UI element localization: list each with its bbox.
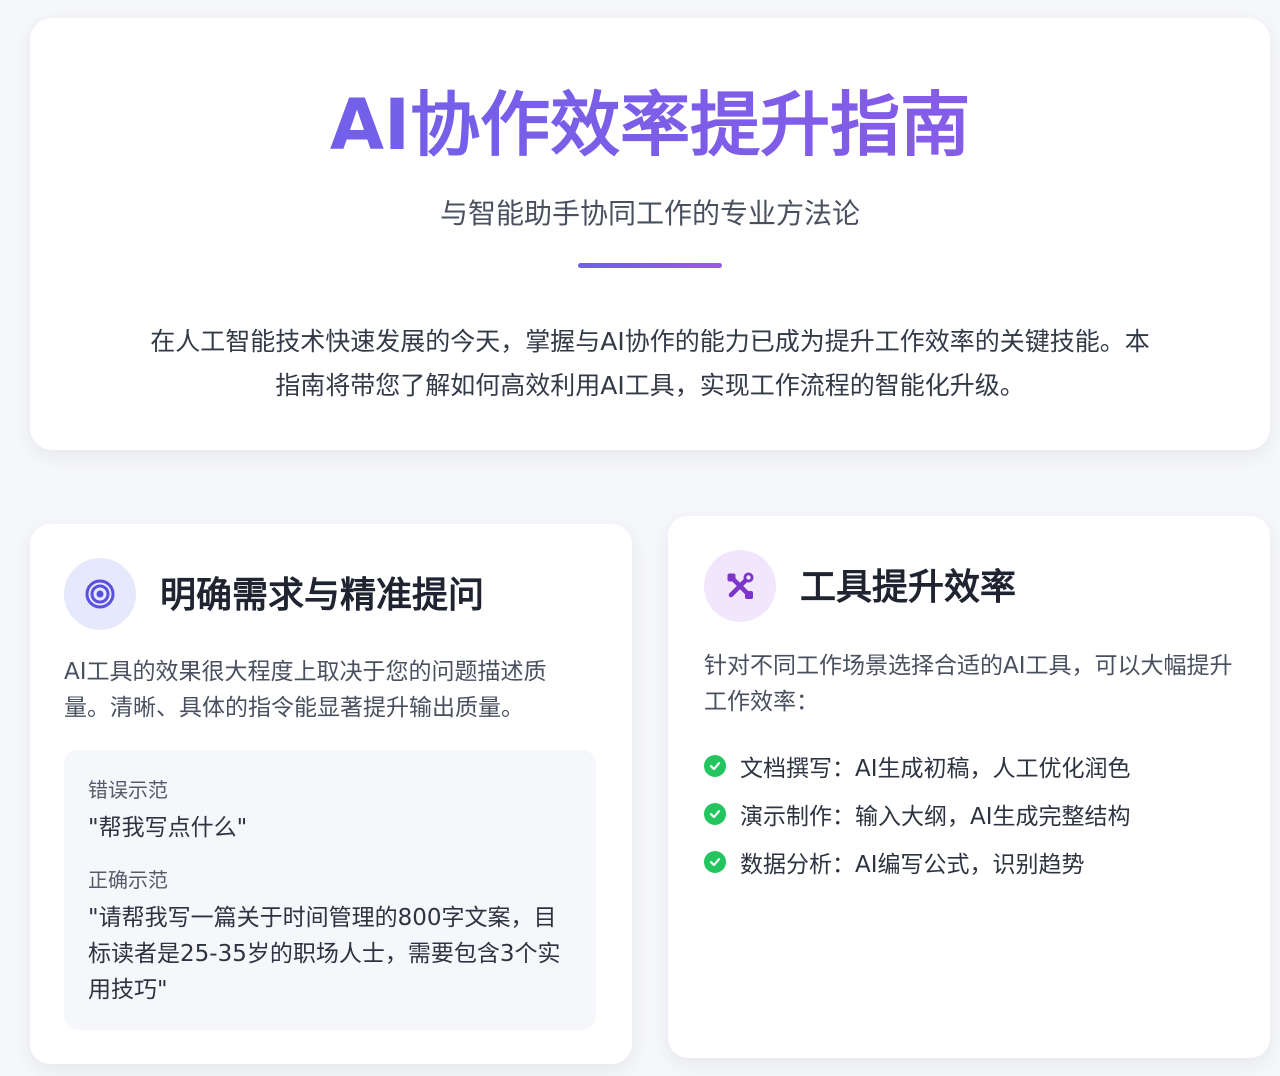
card-precise-questions: 明确需求与精准提问 AI工具的效果很大程度上取决于您的问题描述质量。清晰、具体的… [30, 524, 632, 1064]
page-subtitle: 与智能助手协同工作的专业方法论 [439, 197, 860, 230]
hero-card: AI协作效率提升指南 与智能助手协同工作的专业方法论 在人工智能技术快速发展的今… [30, 18, 1270, 450]
check-circle-icon [704, 803, 726, 825]
card-description: AI工具的效果很大程度上取决于您的问题描述质量。清晰、具体的指令能显著提升输出质… [64, 659, 547, 721]
card-tool-efficiency: 工具提升效率 针对不同工作场景选择合适的AI工具，可以大幅提升工作效率： 文档撰… [668, 516, 1270, 1058]
page-title: AI协作效率提升指南 [30, 80, 1270, 170]
list-item: 演示制作：输入大纲，AI生成完整结构 [704, 790, 1131, 838]
card-title: 工具提升效率 [800, 567, 1017, 608]
feature-text: 数据分析：AI编写公式，识别趋势 [740, 852, 1085, 878]
card-description: 针对不同工作场景选择合适的AI工具，可以大幅提升工作效率： [704, 653, 1233, 715]
card-title: 明确需求与精准提问 [160, 575, 485, 616]
check-circle-icon [704, 755, 726, 777]
feature-text: 文档撰写：AI生成初稿，人工优化润色 [740, 756, 1131, 782]
list-item: 数据分析：AI编写公式，识别趋势 [704, 838, 1131, 886]
title-divider [578, 263, 722, 268]
right-example-text: "请帮我写一篇关于时间管理的800字文案，目标读者是25-35岁的职场人士，需要… [88, 905, 561, 1003]
intro-paragraph: 在人工智能技术快速发展的今天，掌握与AI协作的能力已成为提升工作效率的关键技能。… [150, 327, 1150, 400]
check-circle-icon [704, 851, 726, 873]
wrong-example-text: "帮我写点什么" [88, 815, 248, 841]
tools-icon [704, 550, 776, 622]
target-icon [64, 558, 136, 630]
wrong-example-label: 错误示范 [88, 778, 168, 802]
example-box: 错误示范 "帮我写点什么" 正确示范 "请帮我写一篇关于时间管理的800字文案，… [64, 750, 596, 1030]
list-item: 文档撰写：AI生成初稿，人工优化润色 [704, 742, 1131, 790]
feature-list: 文档撰写：AI生成初稿，人工优化润色 演示制作：输入大纲，AI生成完整结构 数据… [704, 742, 1131, 886]
feature-text: 演示制作：输入大纲，AI生成完整结构 [740, 804, 1131, 830]
right-example-label: 正确示范 [88, 868, 168, 892]
